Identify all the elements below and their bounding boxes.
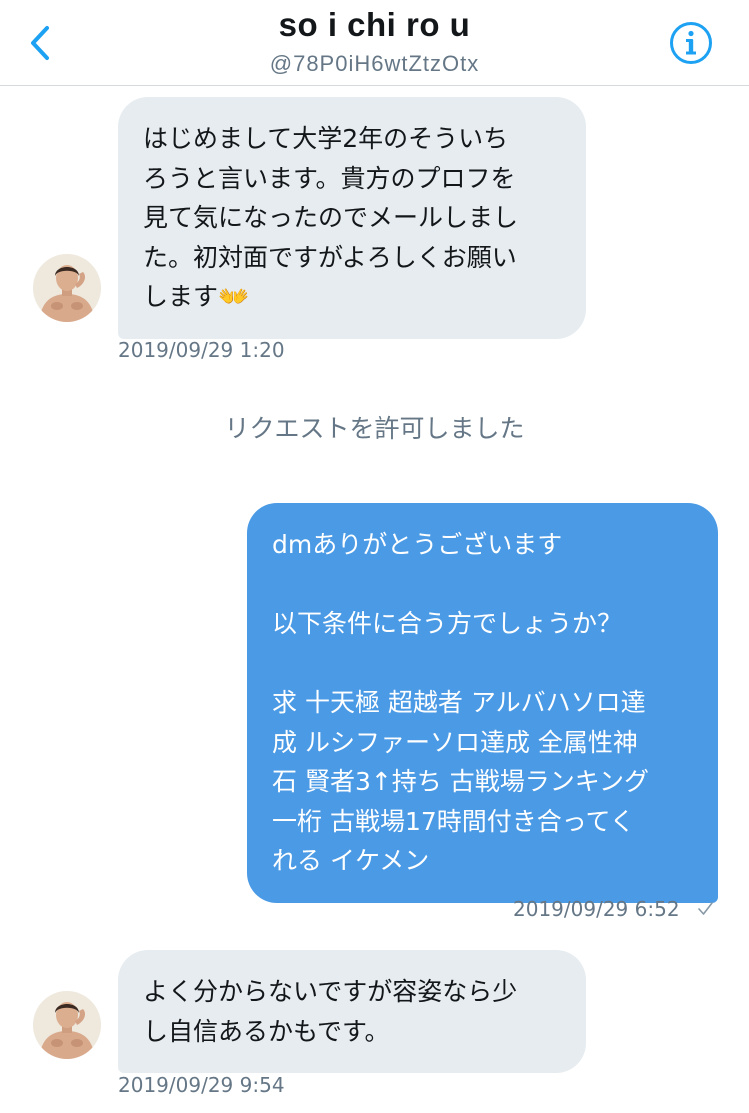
message-line: します👐: [143, 282, 250, 311]
conversation-handle: @78P0iH6wtZtzOtx: [269, 51, 480, 76]
message-line: 以下条件に合う方でしょうか？: [272, 609, 623, 638]
conversation-header: so i chi ro u @78P0iH6wtZtzOtx: [0, 0, 749, 86]
avatar[interactable]: [33, 991, 101, 1059]
info-button[interactable]: [668, 20, 714, 66]
avatar-image: [33, 254, 101, 322]
message-bubble-incoming[interactable]: よく分からないですが容姿なら少 し自信あるかもです。: [118, 950, 586, 1073]
message-line: [272, 565, 693, 605]
message-line: れる イケメン: [272, 846, 430, 875]
message-line: 見て気になったのでメールしまし: [143, 203, 519, 232]
message-line: 石 賢者3↑持ち 古戦場ランキング: [272, 767, 649, 796]
avatar-image: [33, 991, 101, 1059]
conversation-title: so i chi ro u: [278, 6, 471, 43]
avatar[interactable]: [33, 254, 101, 322]
message-line: し自信あるかもです。: [143, 1016, 390, 1046]
message-timestamp: 2019/09/29 6:52: [513, 897, 680, 921]
message-bubble-incoming[interactable]: はじめまして大学2年のそういち ろうと言います。貴方のプロフを 見て気になったの…: [118, 97, 586, 339]
message-line: ろうと言います。貴方のプロフを: [143, 163, 516, 193]
message-line: はじめまして大学2年のそういち: [143, 124, 509, 153]
message-timestamp: 2019/09/29 9:54: [118, 1073, 285, 1097]
message-line: 成 ルシファーソロ達成 全属性神: [272, 727, 638, 757]
message-timestamp: 2019/09/29 1:20: [118, 338, 285, 362]
message-line: た。初対面ですがよろしくお願い: [143, 242, 517, 272]
message-bubble-outgoing[interactable]: dmありがとうございます 以下条件に合う方でしょうか？ 求 十天極 超越者 アル…: [247, 503, 718, 903]
message-line: [272, 644, 693, 684]
info-icon: [670, 22, 712, 64]
message-line: よく分からないですが容姿なら少: [143, 977, 518, 1006]
message-line: 求 十天極 超越者 アルバハソロ達: [272, 688, 646, 717]
message-line: 一桁 古戦場17時間付き合ってく: [272, 806, 635, 836]
check-icon: [698, 902, 713, 915]
message-line: dmありがとうございます: [272, 530, 563, 559]
system-message: リクエストを許可しました: [224, 414, 525, 443]
